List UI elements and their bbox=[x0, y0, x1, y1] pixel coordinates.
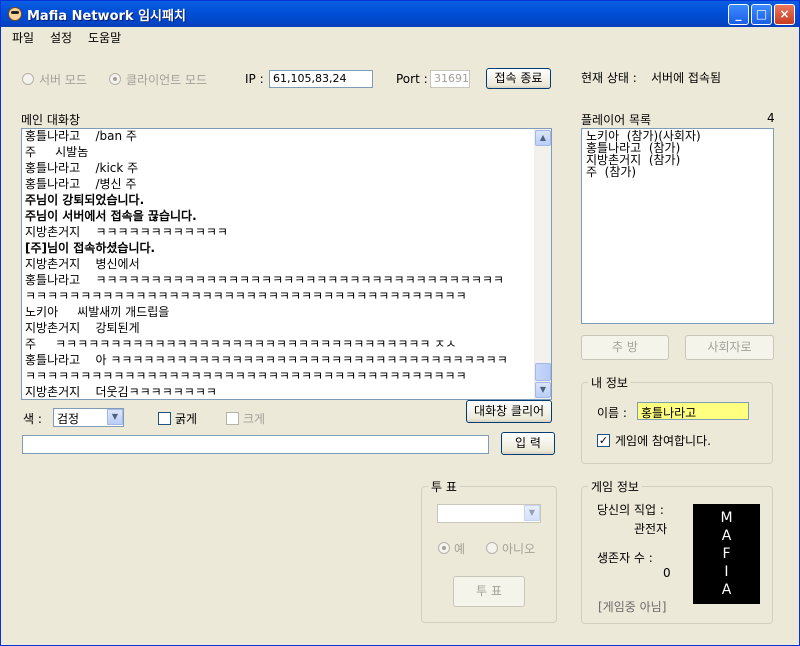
chat-line: 홍틀나라고 아 ㅋㅋㅋㅋㅋㅋㅋㅋㅋㅋㅋㅋㅋㅋㅋㅋㅋㅋㅋㅋㅋㅋㅋㅋㅋㅋㅋㅋㅋㅋㅋㅋ… bbox=[25, 353, 508, 367]
chevron-down-icon[interactable]: ▼ bbox=[107, 409, 123, 425]
player-list-item[interactable]: 주 (참가) bbox=[586, 166, 636, 178]
chat-line: 홍틀나라고 /kick 주 bbox=[25, 161, 139, 175]
chat-scrollbar[interactable]: ▲ ▼ bbox=[534, 129, 551, 399]
survivors-value: 0 bbox=[663, 566, 671, 580]
minimize-button[interactable]: _ bbox=[728, 4, 749, 25]
mafia-logo: M A F I A bbox=[693, 504, 760, 604]
make-host-button[interactable]: 사회자로 bbox=[685, 335, 774, 360]
menu-bar: 파일 설정 도움말 bbox=[1, 27, 799, 47]
client-mode-radio[interactable] bbox=[109, 73, 121, 85]
chat-line: ㅋㅋㅋㅋㅋㅋㅋㅋㅋㅋㅋㅋㅋㅋㅋㅋㅋㅋㅋㅋㅋㅋㅋㅋㅋㅋㅋㅋㅋㅋㅋㅋㅋㅋㅋㅋㅋㅋㅋㅋ bbox=[25, 289, 467, 303]
job-label: 당신의 직업 : bbox=[597, 503, 664, 517]
chat-line: 지방촌거지 병신에서 bbox=[25, 257, 140, 271]
bold-checkbox[interactable] bbox=[158, 412, 171, 425]
title-bar[interactable]: Mafia Network 임시패치 _ □ × bbox=[1, 1, 799, 27]
status-label: 현재 상태 : bbox=[581, 71, 637, 85]
vote-no-radio[interactable] bbox=[486, 542, 498, 554]
survivors-label: 생존자 수 : bbox=[597, 551, 653, 565]
scroll-thumb[interactable] bbox=[535, 363, 551, 381]
chat-line: 노키아 씨발새끼 개드립을 bbox=[25, 305, 170, 319]
chat-line: 홍틀나라고 /ban 주 bbox=[25, 129, 137, 143]
window-title: Mafia Network 임시패치 bbox=[27, 9, 186, 24]
menu-file[interactable]: 파일 bbox=[12, 29, 34, 46]
status-value: 서버에 접속됨 bbox=[651, 71, 722, 85]
chat-line: 주 시발놈 bbox=[25, 145, 89, 159]
vote-title: 투 표 bbox=[428, 478, 460, 495]
close-button[interactable]: × bbox=[774, 4, 795, 25]
app-icon bbox=[8, 7, 22, 21]
chat-line: 주 ㅋㅋㅋㅋㅋㅋㅋㅋㅋㅋㅋㅋㅋㅋㅋㅋㅋㅋㅋㅋㅋㅋㅋㅋㅋㅋㅋㅋㅋㅋㅋㅋㅋㅋ ㅈㅅ bbox=[25, 337, 457, 351]
large-label: 크게 bbox=[243, 412, 266, 426]
server-mode-label: 서버 모드 bbox=[39, 73, 87, 87]
color-select-value: 검정 bbox=[57, 412, 80, 426]
maximize-button[interactable]: □ bbox=[751, 4, 772, 25]
chat-line: 주님이 서버에서 접속을 끊습니다. bbox=[25, 209, 197, 223]
chat-title: 메인 대화창 bbox=[21, 113, 81, 127]
menu-help[interactable]: 도움말 bbox=[88, 29, 121, 46]
scroll-up-icon[interactable]: ▲ bbox=[535, 130, 551, 146]
logo-letter-f: F bbox=[722, 546, 731, 562]
chat-line: [주]님이 접속하셨습니다. bbox=[25, 241, 156, 255]
player-list-title: 플레이어 목록 bbox=[581, 113, 652, 127]
chat-log[interactable]: 홍틀나라고 /ban 주주 시발놈홍틀나라고 /kick 주홍틀나라고 /병신 … bbox=[21, 128, 552, 400]
job-value: 관전자 bbox=[634, 522, 668, 536]
ip-label: IP : bbox=[245, 72, 264, 86]
chat-line: 지방촌거지 더웃김ㅋㅋㅋㅋㅋㅋㅋㅋ bbox=[25, 385, 217, 399]
vote-yes-label: 예 bbox=[454, 542, 466, 556]
chat-line: 주님이 강퇴되었습니다. bbox=[25, 193, 145, 207]
kick-button[interactable]: 추 방 bbox=[581, 335, 669, 360]
ip-input[interactable]: 61,105,83,24 bbox=[269, 70, 373, 88]
logo-letter-m: M bbox=[720, 510, 733, 526]
send-button[interactable]: 입 력 bbox=[501, 432, 555, 455]
port-input[interactable]: 31691 bbox=[430, 70, 470, 88]
chat-input[interactable] bbox=[22, 435, 489, 454]
name-label: 이름 : bbox=[597, 406, 627, 420]
logo-letter-i: I bbox=[724, 564, 729, 580]
chat-line: 지방촌거지 강퇴된게 bbox=[25, 321, 140, 335]
join-game-checkbox[interactable]: ✓ bbox=[597, 434, 610, 447]
chat-line: ㅋㅋㅋㅋㅋㅋㅋㅋㅋㅋㅋㅋㅋㅋㅋㅋㅋㅋㅋㅋㅋㅋㅋㅋㅋㅋㅋㅋㅋㅋㅋㅋㅋㅋㅋㅋㅋㅋㅋㅋ bbox=[25, 369, 467, 383]
logo-letter-a: A bbox=[721, 528, 732, 544]
game-status-text: [게임중 아님] bbox=[598, 600, 667, 614]
chat-line: 홍틀나라고 ㅋㅋㅋㅋㅋㅋㅋㅋㅋㅋㅋㅋㅋㅋㅋㅋㅋㅋㅋㅋㅋㅋㅋㅋㅋㅋㅋㅋㅋㅋㅋㅋㅋㅋ… bbox=[25, 273, 504, 287]
scroll-down-icon[interactable]: ▼ bbox=[535, 382, 551, 398]
port-label: Port : bbox=[396, 72, 428, 86]
my-info-title: 내 정보 bbox=[588, 374, 631, 391]
disconnect-button[interactable]: 접속 종료 bbox=[486, 68, 551, 89]
my-info-group: 내 정보 bbox=[581, 374, 773, 464]
vote-yes-radio[interactable] bbox=[438, 542, 450, 554]
chat-line: 지방촌거지 ㅋㅋㅋㅋㅋㅋㅋㅋㅋㅋㅋㅋ bbox=[25, 225, 228, 239]
client-mode-label: 클라이언트 모드 bbox=[126, 73, 208, 87]
player-count: 4 bbox=[767, 111, 775, 125]
join-game-label: 게임에 참여합니다. bbox=[615, 434, 711, 448]
server-mode-radio[interactable] bbox=[22, 73, 34, 85]
chat-line: 홍틀나라고 /병신 주 bbox=[25, 177, 137, 191]
main-window: Mafia Network 임시패치 _ □ × 파일 설정 도움말 서버 모드… bbox=[0, 0, 800, 646]
color-label: 색 : bbox=[23, 412, 42, 426]
vote-no-label: 아니오 bbox=[502, 542, 536, 556]
game-info-title: 게임 정보 bbox=[588, 478, 642, 495]
name-field[interactable]: 홍틀나라고 bbox=[637, 402, 749, 420]
clear-chat-button[interactable]: 대화창 클리어 bbox=[466, 400, 552, 423]
menu-settings[interactable]: 설정 bbox=[50, 29, 72, 46]
player-list[interactable]: 노키아 (참가)(사회자) 홍틀나라고 (참가) 지방촌거지 (참가) 주 (참가) bbox=[581, 128, 774, 324]
bold-label: 굵게 bbox=[175, 412, 198, 426]
logo-letter-a2: A bbox=[721, 582, 732, 598]
vote-button[interactable]: 투 표 bbox=[453, 576, 525, 607]
vote-select-chevron-icon[interactable]: ▼ bbox=[524, 505, 540, 521]
large-checkbox[interactable] bbox=[226, 412, 239, 425]
